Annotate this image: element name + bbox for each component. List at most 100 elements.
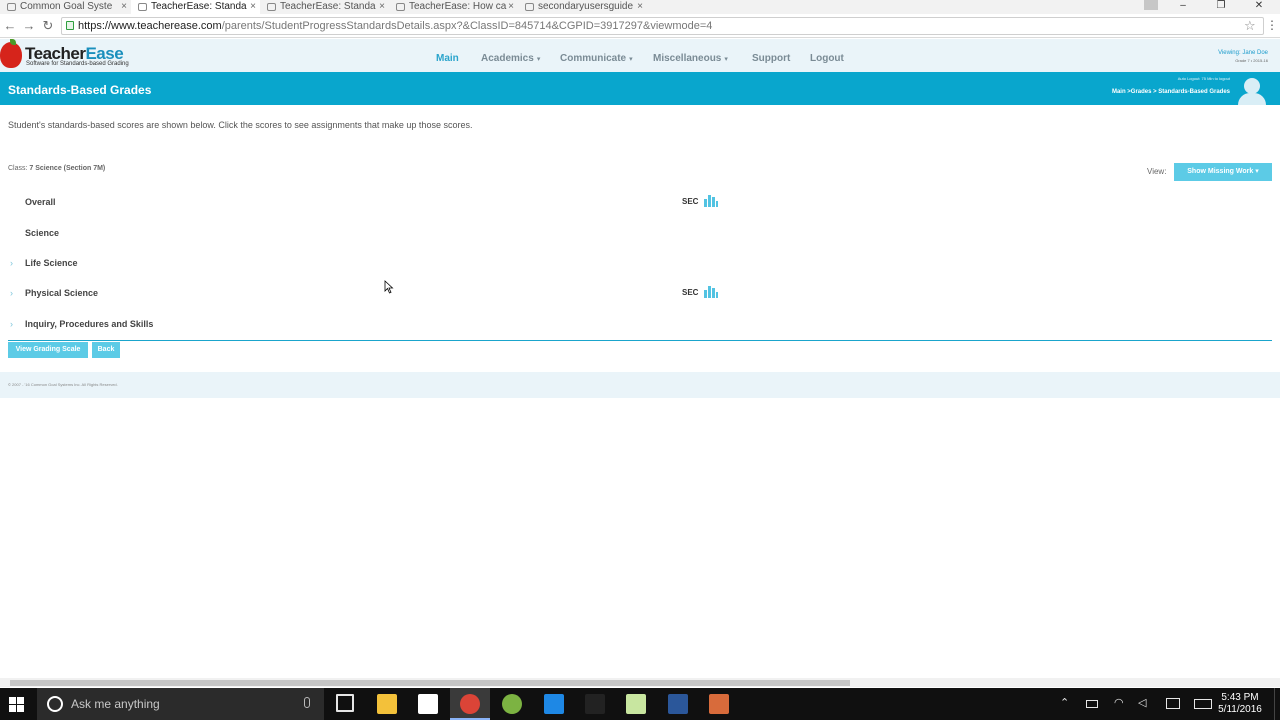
show-desktop-button[interactable] (1274, 688, 1280, 720)
breadcrumb[interactable]: Main >Grades > Standards-Based Grades (1112, 89, 1230, 96)
address-bar[interactable]: https://www.teacherease.com/parents/Stud… (61, 17, 1264, 35)
score-link[interactable]: SEC (682, 287, 698, 298)
expand-chevron-icon[interactable]: › (10, 258, 13, 268)
inkscape-icon[interactable] (585, 694, 605, 714)
expand-chevron-icon[interactable]: › (10, 288, 13, 298)
browser-tab[interactable]: TeacherEase: Standa × (260, 0, 389, 14)
viewing-student[interactable]: Viewing: Jane Doe Grade 7 • 2015-16 (1218, 49, 1268, 65)
wifi-icon[interactable]: ◠ (1114, 697, 1124, 709)
view-grading-scale-button[interactable]: View Grading Scale (8, 342, 88, 358)
scrollbar-thumb[interactable] (10, 680, 850, 686)
bar-chart-icon[interactable] (704, 286, 718, 298)
url-path: /parents/StudentProgressStandardsDetails… (221, 20, 713, 32)
tab-close-icon[interactable]: × (637, 0, 643, 13)
restore-button[interactable]: ❐ (1204, 0, 1238, 14)
standard-row-inquiry[interactable]: › Inquiry, Procedures and Skills (8, 318, 1272, 332)
view-label: View: (1147, 167, 1167, 176)
close-window-button[interactable]: ✕ (1242, 0, 1276, 14)
browser-tab[interactable]: secondaryusersguide × (518, 0, 647, 14)
auto-logout-text: Auto Logout: 75 Min to logout (1177, 76, 1230, 81)
browser-tab[interactable]: TeacherEase: How ca × (389, 0, 518, 14)
taskbar-search[interactable]: Ask me anything (37, 688, 324, 720)
tab-close-icon[interactable]: × (379, 0, 385, 13)
bookmark-star-icon[interactable]: ☆ (1244, 18, 1256, 34)
word-icon[interactable] (668, 694, 688, 714)
standard-label: Inquiry, Procedures and Skills (25, 319, 154, 329)
task-view-icon[interactable] (336, 694, 354, 712)
site-footer: © 2007 - '16 Common Goal Systems Inc. Al… (0, 372, 1280, 398)
tab-close-icon[interactable]: × (121, 0, 127, 13)
standard-row-life-science[interactable]: › Life Science (8, 257, 1272, 271)
site-logo[interactable]: TeacherEase (25, 45, 124, 62)
forward-arrow-icon[interactable]: → (22, 19, 36, 33)
clock-time: 5:43 PM (1221, 692, 1259, 703)
tab-close-icon[interactable]: × (508, 0, 514, 13)
cortana-icon[interactable] (47, 696, 63, 712)
score-link[interactable]: SEC (682, 196, 698, 207)
folder-icon[interactable] (626, 694, 646, 714)
tab-title: TeacherEase: Standa (151, 1, 247, 12)
nav-main[interactable]: Main (436, 53, 459, 64)
nav-label: Main (436, 53, 459, 64)
windows-start-icon[interactable] (9, 697, 25, 713)
back-button[interactable]: Back (92, 342, 120, 358)
browser-tab[interactable]: Common Goal Syste × (0, 0, 131, 14)
intro-text: Student's standards-based scores are sho… (8, 120, 473, 130)
horizontal-scrollbar[interactable] (0, 678, 1280, 687)
lock-icon (66, 21, 74, 30)
caret-down-icon: ▾ (629, 56, 633, 63)
caret-down-icon: ▾ (536, 56, 541, 63)
nav-miscellaneous[interactable]: Miscellaneous ▾ (653, 53, 728, 65)
file-explorer-icon[interactable] (377, 694, 397, 714)
back-arrow-icon[interactable]: ← (3, 19, 17, 33)
standard-label: Science (25, 228, 60, 238)
user-avatar-icon (1244, 78, 1260, 94)
nav-label: Support (752, 53, 791, 64)
nav-logout[interactable]: Logout (810, 53, 844, 64)
tab-favicon-icon (7, 3, 16, 11)
nav-label: Academics (481, 53, 534, 64)
url-host: https://www.teacherease.com (78, 20, 222, 32)
nav-communicate[interactable]: Communicate ▾ (560, 53, 633, 65)
picasa-icon[interactable] (502, 694, 522, 714)
standard-row-physical-science[interactable]: › Physical Science SEC (8, 286, 1272, 301)
taskbar-clock[interactable]: 5:43 PM 5/11/2016 (1218, 692, 1262, 716)
volume-icon[interactable]: ◁ (1138, 697, 1146, 709)
standard-label: Physical Science (25, 288, 99, 298)
chrome-icon[interactable] (460, 694, 480, 714)
browser-tab-strip: Common Goal Syste × TeacherEase: Standa … (0, 0, 1280, 14)
viewing-label: Viewing: Jane Doe (1218, 50, 1268, 56)
copyright-text: © 2007 - '16 Common Goal Systems Inc. Al… (8, 382, 118, 387)
edge-icon[interactable] (544, 694, 564, 714)
browser-menu-icon[interactable]: ⋮ (1266, 18, 1278, 32)
nav-support[interactable]: Support (752, 53, 790, 64)
browser-tab-active[interactable]: TeacherEase: Standa × (131, 0, 260, 14)
paint-icon[interactable] (709, 694, 729, 714)
site-header: TeacherEase Software for Standards-based… (0, 39, 1280, 72)
nav-label: Logout (810, 53, 844, 64)
chat-icon[interactable] (1166, 698, 1180, 709)
search-placeholder: Ask me anything (71, 697, 160, 711)
keyboard-icon[interactable] (1194, 699, 1212, 709)
bar-chart-icon[interactable] (704, 195, 718, 207)
tab-close-icon[interactable]: × (250, 0, 256, 13)
battery-icon[interactable] (1086, 700, 1098, 708)
taskbar: Ask me anything ⌃ ◠ ◁ 5:43 PM 5/11/2016 (0, 688, 1280, 720)
microphone-icon[interactable] (304, 697, 310, 708)
standard-label: Life Science (25, 258, 78, 268)
caret-down-icon: ▾ (724, 56, 728, 63)
logo-tagline: Software for Standards-based Grading (26, 61, 129, 67)
tab-title: Common Goal Syste (20, 1, 113, 12)
reload-icon[interactable]: ↻ (41, 19, 55, 33)
chevron-up-icon[interactable]: ⌃ (1060, 697, 1069, 709)
show-missing-work-button[interactable]: Show Missing Work ▾ (1174, 163, 1272, 181)
minimize-button[interactable]: – (1166, 0, 1200, 14)
nav-academics[interactable]: Academics ▾ (481, 53, 540, 65)
tab-favicon-icon (396, 3, 405, 11)
profile-icon[interactable] (1144, 0, 1158, 10)
store-icon[interactable] (418, 694, 438, 714)
tab-title: TeacherEase: How ca (409, 1, 507, 12)
class-label: Class: 7 Science (Section 7M) (8, 165, 105, 173)
expand-chevron-icon[interactable]: › (10, 319, 13, 329)
browser-toolbar: ← → ↻ https://www.teacherease.com/parent… (0, 14, 1280, 38)
